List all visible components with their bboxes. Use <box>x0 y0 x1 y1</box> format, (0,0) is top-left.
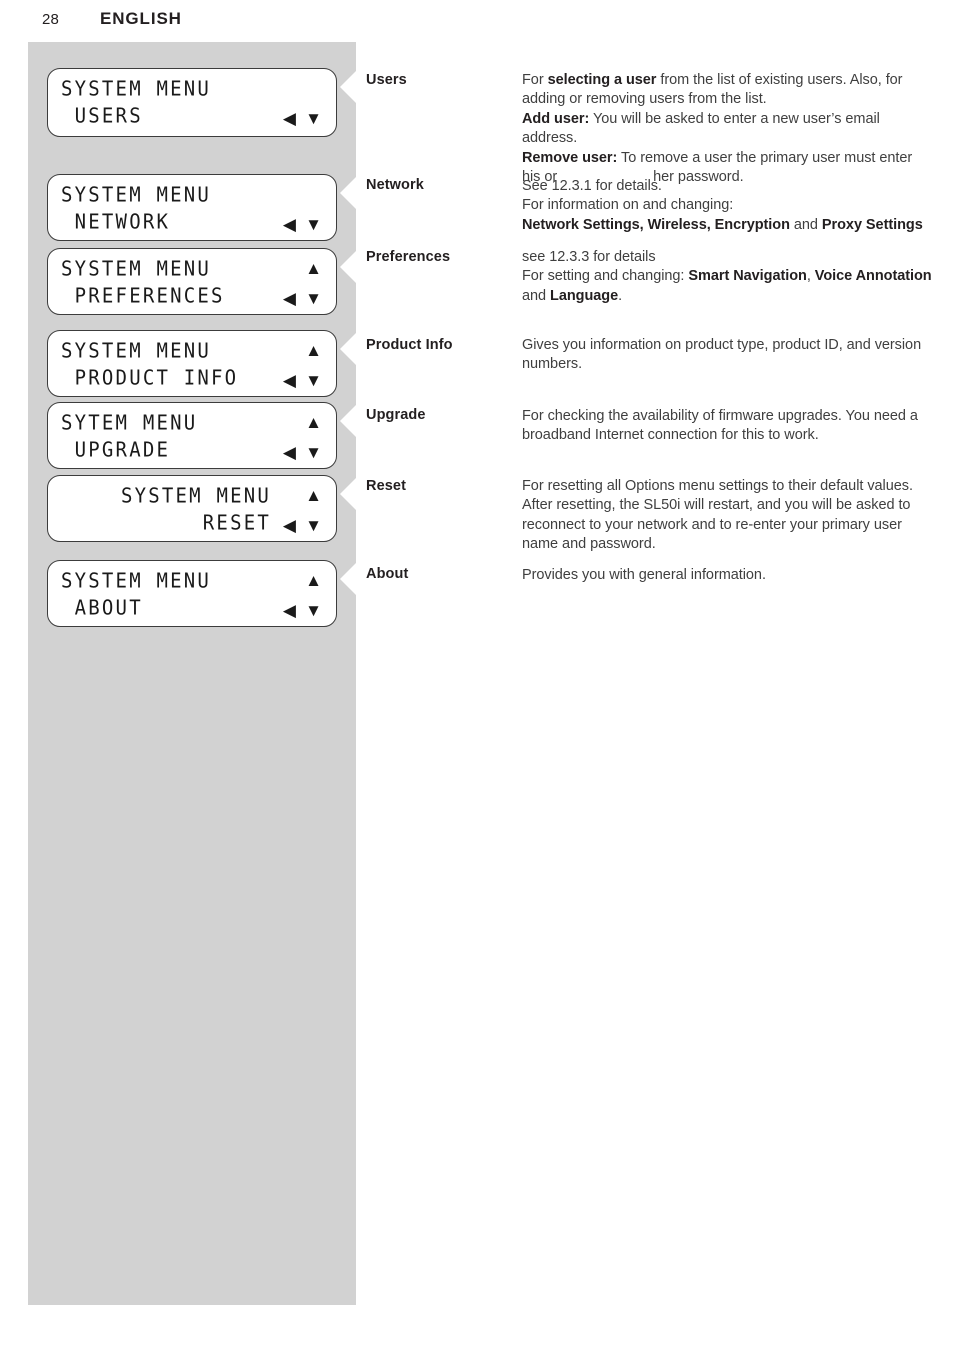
lcd-screen-inner: SYSTEM MENU NETWORK ▼ ◀ <box>48 175 336 240</box>
arrow-up-icon: ▲ <box>305 413 322 432</box>
lcd-line-title: SYSTEM MENU <box>61 257 212 281</box>
lcd-screen-inner: SYTEM MENU UPGRADE ▲ ▼ ◀ <box>48 403 336 468</box>
menu-item-description: For resetting all Options menu settings … <box>522 478 913 553</box>
lcd-screen-inner: SYSTEM MENU RESET ▲ ▼ ◀ <box>48 476 336 541</box>
lcd-screen-inner: SYSTEM MENU ABOUT ▲ ▼ ◀ <box>48 561 336 626</box>
arrow-down-icon: ▼ <box>305 443 322 462</box>
menu-item-description: For selecting a user from the list of ex… <box>522 72 913 186</box>
arrow-left-icon: ◀ <box>282 601 296 620</box>
menu-item-label: Network <box>366 177 424 193</box>
arrow-up-icon: ▲ <box>305 486 322 505</box>
arrow-down-icon: ▼ <box>305 109 322 128</box>
lcd-screen: SYSTEM MENU PRODUCT INFO ▲ ▼ ◀ <box>47 330 337 397</box>
lcd-line-title: SYSTEM MENU <box>61 77 212 101</box>
arrow-left-icon: ◀ <box>282 215 296 234</box>
menu-item-label: Reset <box>366 478 406 494</box>
arrow-left-icon: ◀ <box>282 289 296 308</box>
arrow-down-icon: ▼ <box>305 371 322 390</box>
arrow-down-icon: ▼ <box>305 215 322 234</box>
page-header: 28 ENGLISH <box>0 0 954 42</box>
page-number: 28 <box>42 11 60 28</box>
lcd-screen: SYSTEM MENU RESET ▲ ▼ ◀ <box>47 475 337 542</box>
lcd-line-title: SYSTEM MENU <box>61 569 212 593</box>
arrow-down-icon: ▼ <box>305 516 322 535</box>
arrow-up-icon: ▲ <box>305 571 322 590</box>
menu-item-label: Preferences <box>366 249 451 265</box>
arrow-down-icon: ▼ <box>305 289 322 308</box>
menu-item-description: See 12.3.1 for details. For information o… <box>522 178 923 233</box>
lcd-screen-inner: SYSTEM MENU PRODUCT INFO ▲ ▼ ◀ <box>48 331 336 396</box>
arrow-left-icon: ◀ <box>282 109 296 128</box>
lcd-screen: SYSTEM MENU PREFERENCES ▲ ▼ ◀ <box>47 248 337 315</box>
lcd-screen: SYSTEM MENU NETWORK ▼ ◀ <box>47 174 337 241</box>
arrow-up-icon: ▲ <box>305 341 322 360</box>
menu-item-label: Users <box>366 72 407 88</box>
arrow-left-icon: ◀ <box>282 516 296 535</box>
lcd-screen-inner: SYSTEM MENU USERS ▼ ◀ <box>48 69 336 136</box>
menu-item-label: About <box>366 566 409 582</box>
arrow-up-icon: ▲ <box>305 259 322 278</box>
menu-item-label: Product Info <box>366 337 453 353</box>
page-language-title: ENGLISH <box>100 9 182 28</box>
lcd-line-title: SYSTEM MENU <box>120 484 271 508</box>
lcd-screen: SYSTEM MENU USERS ▼ ◀ <box>47 68 337 137</box>
arrow-left-icon: ◀ <box>282 443 296 462</box>
lcd-line-title: SYSTEM MENU <box>61 339 212 363</box>
lcd-screen-inner: SYSTEM MENU PREFERENCES ▲ ▼ ◀ <box>48 249 336 314</box>
arrow-down-icon: ▼ <box>305 601 322 620</box>
menu-item-description: For checking the availability of firmwar… <box>522 408 918 444</box>
lcd-screen: SYTEM MENU UPGRADE ▲ ▼ ◀ <box>47 402 337 469</box>
lcd-line-title: SYSTEM MENU <box>61 183 212 207</box>
lcd-screen: SYSTEM MENU ABOUT ▲ ▼ ◀ <box>47 560 337 627</box>
menu-item-description: Gives you information on product type, p… <box>522 337 922 373</box>
lcd-line-title: SYTEM MENU <box>61 411 198 435</box>
menu-item-description: see 12.3.3 for details For setting and ch… <box>522 249 932 304</box>
arrow-left-icon: ◀ <box>282 371 296 390</box>
menu-item-description: Provides you with general information. <box>522 567 766 583</box>
menu-item-label: Upgrade <box>366 407 426 423</box>
